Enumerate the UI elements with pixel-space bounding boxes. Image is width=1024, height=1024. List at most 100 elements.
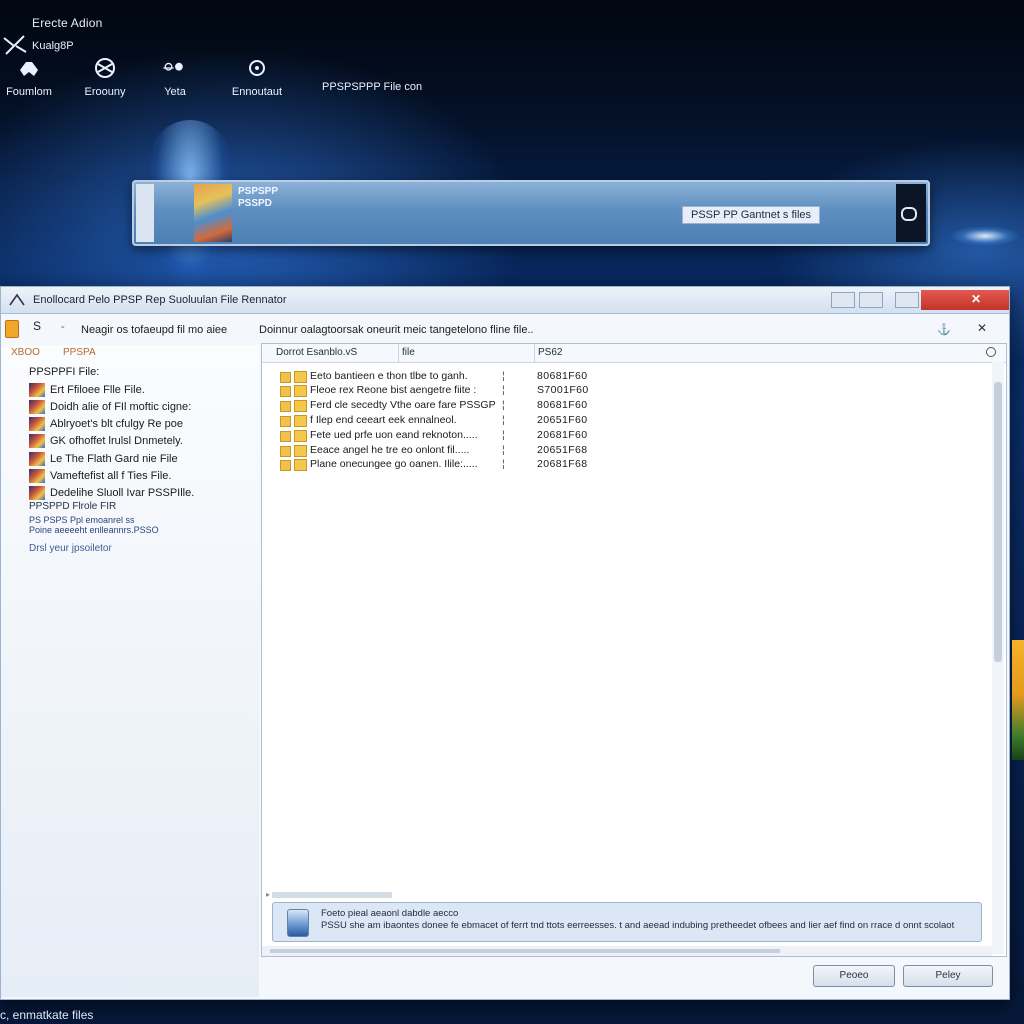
sidebar-item-label: GK ofhoffet lrulsl Dnmetely. bbox=[50, 435, 183, 447]
column-separator[interactable] bbox=[398, 344, 399, 362]
file-size: 20681F60 bbox=[537, 429, 588, 441]
row-checkbox[interactable] bbox=[280, 446, 291, 457]
game-thumbnail-icon bbox=[29, 452, 45, 466]
back-button[interactable]: S bbox=[33, 319, 41, 333]
column-divider: ¦ bbox=[502, 370, 505, 382]
primary-button[interactable]: Peoeo bbox=[813, 965, 895, 987]
folder-icon bbox=[294, 459, 307, 471]
row-checkbox[interactable] bbox=[280, 460, 291, 471]
pin-icon[interactable]: ⚓ bbox=[937, 323, 951, 336]
column-header-row: Dorrot Esanblo.vS file PS62 bbox=[262, 344, 1006, 363]
column-divider: ¦ bbox=[502, 414, 505, 426]
column-divider: ¦ bbox=[502, 429, 505, 441]
secondary-button[interactable]: Peley bbox=[903, 965, 993, 987]
address-path[interactable]: Neagir os tofaeupd fil mo aiee bbox=[81, 324, 227, 336]
controller-icon bbox=[20, 62, 38, 76]
file-row[interactable]: f Ilep end ceeart eek ennalneol. ¦ 20651… bbox=[262, 414, 982, 428]
sidebar-header-right: PPSPA bbox=[63, 347, 96, 358]
file-row[interactable]: Plane onecungee go oanen. Ilile:..... ¦ … bbox=[262, 458, 982, 472]
row-checkbox[interactable] bbox=[280, 416, 291, 427]
row-checkbox[interactable] bbox=[280, 386, 291, 397]
sidebar-item-label: Ablryoet's blt cfulgy Re poe bbox=[50, 418, 183, 430]
row-checkbox[interactable] bbox=[280, 401, 291, 412]
file-menu-label[interactable]: PPSPSPPP File con bbox=[322, 81, 422, 93]
file-name: Fleoe rex Reone bist aengetre fiite : bbox=[310, 384, 477, 396]
folder-icon bbox=[294, 415, 307, 427]
banner-file-chip[interactable]: PSSP PP Gantnet s files bbox=[682, 206, 821, 224]
game-thumbnail-icon bbox=[29, 486, 45, 500]
status-info-text: Doinnur oalagtoorsak oneurit meic tanget… bbox=[259, 324, 534, 336]
column-header-size[interactable]: PS62 bbox=[538, 347, 562, 358]
game-thumbnail-icon bbox=[29, 383, 45, 397]
scrollbar-thumb[interactable] bbox=[994, 382, 1002, 662]
file-row[interactable]: Eeace angel he tre eo onlont fil..... ¦ … bbox=[262, 444, 982, 458]
folder-icon bbox=[294, 385, 307, 397]
sidebar-item-label: Vameftefist all f Ties File. bbox=[50, 470, 172, 482]
banner-title: PSPSPP PSSPD bbox=[238, 186, 278, 210]
folder-icon[interactable] bbox=[5, 320, 19, 338]
window-close-button[interactable]: ✕ bbox=[921, 290, 1009, 310]
file-name: f Ilep end ceeart eek ennalneol. bbox=[310, 414, 457, 426]
refresh-icon[interactable] bbox=[986, 347, 996, 357]
file-size: 20651F60 bbox=[537, 414, 588, 426]
folder-icon bbox=[294, 445, 307, 457]
row-checkbox[interactable] bbox=[280, 372, 291, 383]
sidebar: XBOO PPSPA PPSPPFI File: Ert Ffiloee Fll… bbox=[1, 345, 259, 997]
column-header-name[interactable]: Dorrot Esanblo.vS bbox=[276, 347, 357, 358]
sidebar-section-line: PS PSPS Ppl emoanrel ss bbox=[29, 515, 135, 525]
file-name: Fete ued prfe uon eand reknoton..... bbox=[310, 429, 478, 441]
dismiss-icon[interactable]: ✕ bbox=[977, 321, 987, 335]
game-thumbnail-icon bbox=[29, 417, 45, 431]
desktop-top-bar: Erecte Adion Kualg8P Foumlom Eroouny Yet… bbox=[0, 0, 1024, 100]
sidebar-item-label: Dedelihe Sluoll Ivar PSSPIlle. bbox=[50, 487, 195, 499]
pane-splitter[interactable] bbox=[272, 892, 392, 898]
file-row[interactable]: Fete ued prfe uon eand reknoton..... ¦ 2… bbox=[262, 429, 982, 443]
app-icon bbox=[9, 293, 25, 306]
app-logo-icon bbox=[3, 35, 27, 55]
background-spark bbox=[950, 226, 1020, 246]
column-separator[interactable] bbox=[534, 344, 535, 362]
window-restore-button[interactable] bbox=[859, 292, 883, 308]
folder-icon bbox=[294, 400, 307, 412]
file-row[interactable]: Ferd cle secedty Vthe oare fare PSSGP ¦ … bbox=[262, 399, 982, 413]
banner-edge bbox=[136, 184, 154, 242]
row-checkbox[interactable] bbox=[280, 431, 291, 442]
column-header-file[interactable]: file bbox=[402, 347, 415, 358]
window-title: Enollocard Pelo PPSP Rep Suoluulan File … bbox=[33, 294, 287, 306]
background-decoration bbox=[1012, 640, 1024, 760]
toolbar-separator: - bbox=[61, 321, 65, 333]
file-name: Eeto bantieen e thon tlbe to ganh. bbox=[310, 370, 468, 382]
window-minimize-button[interactable] bbox=[831, 292, 855, 308]
window-toolbar: S - Neagir os tofaeupd fil mo aiee Doinn… bbox=[1, 315, 1009, 345]
toolbar-item-ennoutaut[interactable]: Ennoutaut bbox=[202, 56, 312, 98]
file-size: 20681F68 bbox=[537, 458, 588, 470]
vertical-scrollbar[interactable] bbox=[992, 362, 1004, 954]
brand-subtitle: Kualg8P bbox=[32, 40, 74, 52]
toolbar-item-label: Foumlom bbox=[6, 86, 52, 98]
column-divider: ¦ bbox=[502, 384, 505, 396]
window-titlebar[interactable]: Enollocard Pelo PPSP Rep Suoluulan File … bbox=[1, 287, 1009, 314]
sidebar-group-title: PPSPPFI File: bbox=[29, 366, 100, 378]
horizontal-scrollbar[interactable] bbox=[262, 946, 992, 956]
game-thumbnail-icon bbox=[29, 469, 45, 483]
file-size: S7001F60 bbox=[537, 384, 589, 396]
file-size: 80681F60 bbox=[537, 370, 588, 382]
globe-icon bbox=[95, 58, 115, 78]
game-cover-art bbox=[194, 184, 232, 242]
scrollbar-thumb[interactable] bbox=[270, 949, 780, 953]
folder-icon bbox=[294, 430, 307, 442]
info-title: Foeto pieal aeaonl dabdle aecco bbox=[321, 908, 459, 919]
file-list-pane: Dorrot Esanblo.vS file PS62 Eeto bantiee… bbox=[261, 343, 1007, 957]
banner-title-line2: PSSPD bbox=[238, 198, 272, 209]
lock-icon bbox=[901, 207, 917, 221]
file-row[interactable]: Eeto bantieen e thon tlbe to ganh. ¦ 806… bbox=[262, 370, 982, 384]
package-icon bbox=[287, 909, 309, 937]
window-maximize-button[interactable] bbox=[895, 292, 919, 308]
column-divider: ¦ bbox=[502, 458, 505, 470]
file-name: Eeace angel he tre eo onlont fil..... bbox=[310, 444, 470, 456]
sidebar-link[interactable]: Drsl yeur jpsoiletor bbox=[29, 543, 112, 554]
file-row[interactable]: Fleoe rex Reone bist aengetre fiite : ¦ … bbox=[262, 384, 982, 398]
file-manager-window: Enollocard Pelo PPSP Rep Suoluulan File … bbox=[0, 286, 1010, 1000]
sidebar-item-label: Ert Ffiloee Flle File. bbox=[50, 384, 145, 396]
close-icon: ✕ bbox=[970, 292, 981, 306]
